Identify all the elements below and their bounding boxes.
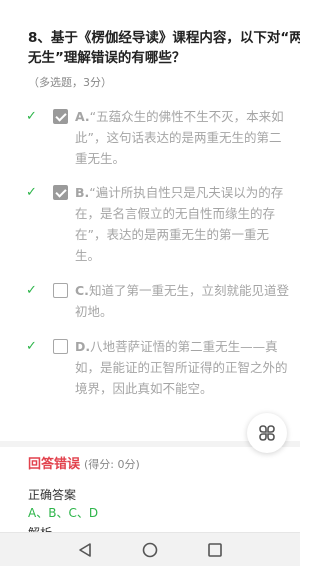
correct-check-icon: ✓ [26,339,37,354]
option-letter: B. [75,185,90,200]
option-c[interactable]: ✓ C.知道了第一重无生，立刻就能见道登初地。 [0,280,300,324]
option-content: 八地菩萨证悟的第二重无生——真如，是能证的正智所证得的正智之外的境界，因此真如不… [75,339,288,396]
option-checkbox[interactable] [53,283,68,298]
option-content: “五蕴众生的佛性不生不灭，本来如此”，这句话表达的是两重无生的第二重无生。 [75,109,284,166]
correct-check-icon: ✓ [26,185,37,200]
correct-answer-label: 正确答案 [28,488,77,502]
correct-answer-value: A、B、C、D [28,506,99,520]
question-title: 8、基于《楞伽经导读》课程内容，以下对“两重无生”理解错误的有哪些？ [28,28,300,68]
option-letter: A. [75,109,90,124]
floating-menu-button[interactable] [247,413,287,453]
option-content: 知道了第一重无生，立刻就能见道登初地。 [75,283,289,319]
option-text: B.“遍计所执自性只是凡夫误以为的存在，是名言假立的无自性而缘生的存在”，表达的… [75,182,290,266]
option-checkbox[interactable] [53,339,68,354]
question-meta: （多选题，3分） [28,76,112,89]
grid-menu-icon [259,425,275,441]
question-text: 基于《楞伽经导读》课程内容，以下对“两重无生”理解错误的有哪些？ [28,30,300,66]
option-b[interactable]: ✓ B.“遍计所执自性只是凡夫误以为的存在，是名言假立的无自性而缘生的存在”，表… [0,182,300,268]
question-number: 8、 [28,30,51,46]
option-text: C.知道了第一重无生，立刻就能见道登初地。 [75,280,290,322]
option-letter: C. [75,283,89,298]
home-circle-icon[interactable] [141,541,159,559]
correct-check-icon: ✓ [26,109,37,124]
question-page: 8、基于《楞伽经导读》课程内容，以下对“两重无生”理解错误的有哪些？ （多选题，… [0,0,300,532]
back-triangle-icon[interactable] [76,541,94,559]
result-score: (得分: 0分) [84,458,140,471]
option-letter: D. [75,339,91,354]
result-line: 回答错误 (得分: 0分) [28,453,140,472]
option-checkbox[interactable] [53,185,68,200]
option-d[interactable]: ✓ D.八地菩萨证悟的第二重无生——真如，是能证的正智所证得的正智之外的境界，因… [0,336,300,422]
option-text: D.八地菩萨证悟的第二重无生——真如，是能证的正智所证得的正智之外的境界，因此真… [75,336,290,399]
result-status: 回答错误 [28,457,81,472]
recent-square-icon[interactable] [206,541,224,559]
option-checkbox[interactable] [53,109,68,124]
option-content: “遍计所执自性只是凡夫误以为的存在，是名言假立的无自性而缘生的存在”，表达的是两… [75,185,284,263]
system-nav-bar [0,532,300,566]
correct-check-icon: ✓ [26,283,37,298]
option-text: A.“五蕴众生的佛性不生不灭，本来如此”，这句话表达的是两重无生的第二重无生。 [75,106,290,169]
option-a[interactable]: ✓ A.“五蕴众生的佛性不生不灭，本来如此”，这句话表达的是两重无生的第二重无生… [0,106,300,170]
